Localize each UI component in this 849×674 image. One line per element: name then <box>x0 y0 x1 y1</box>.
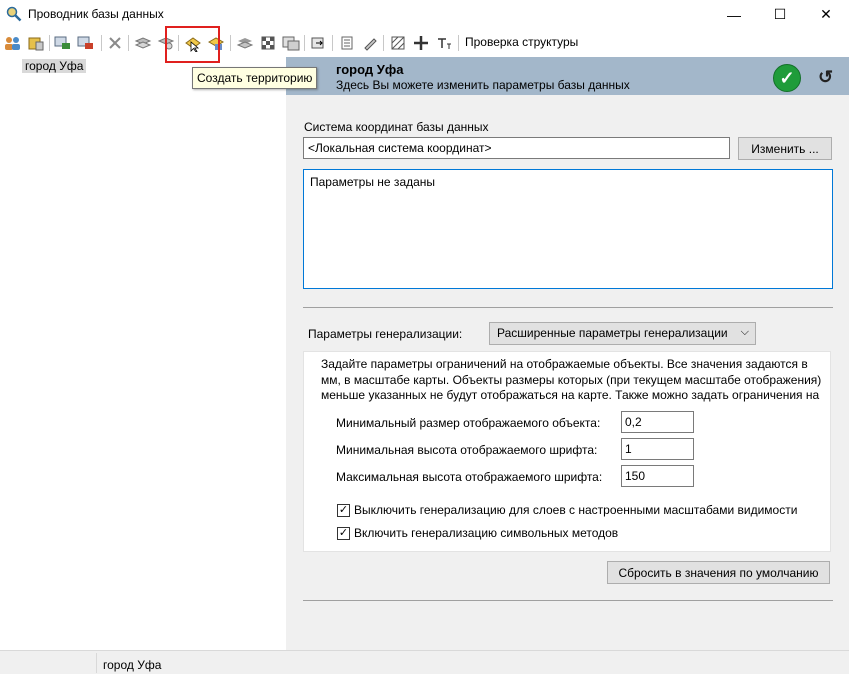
title-bar: Проводник базы данных — ☐ ✕ <box>0 0 849 29</box>
status-text: город Уфа <box>103 658 162 672</box>
text-format-icon[interactable] <box>434 33 454 53</box>
highlight-box <box>165 26 220 63</box>
generalization-select[interactable]: Расширенные параметры генерализации ⌵ <box>489 322 756 345</box>
toolbar-separator <box>101 35 102 51</box>
export-icon[interactable] <box>308 33 328 53</box>
toolbar-separator <box>383 35 384 51</box>
database-icon[interactable] <box>26 33 46 53</box>
panel-header: город Уфа Здесь Вы можете изменить парам… <box>286 57 849 95</box>
divider <box>303 600 833 601</box>
crs-parameters-textarea[interactable]: Параметры не заданы <box>303 169 833 289</box>
toolbar-separator <box>458 35 459 51</box>
toolbar-separator <box>230 35 231 51</box>
change-crs-button[interactable]: Изменить ... <box>738 137 832 160</box>
toolbar-separator <box>332 35 333 51</box>
crs-field[interactable]: <Локальная система координат> <box>303 137 730 159</box>
document-icon[interactable] <box>337 33 357 53</box>
cross-icon[interactable] <box>411 33 431 53</box>
symbol-generalization-label[interactable]: Включить генерализацию символьных методо… <box>354 526 618 540</box>
disable-generalization-label[interactable]: Выключить генерализацию для слоев с наст… <box>354 503 797 517</box>
copy-layers-icon[interactable] <box>133 33 153 53</box>
layer-add-icon[interactable] <box>53 33 73 53</box>
minimize-button[interactable]: — <box>711 0 757 29</box>
generalization-label: Параметры генерализации: <box>308 327 463 341</box>
layer-remove-icon[interactable] <box>76 33 96 53</box>
toolbar: Проверка структуры <box>0 29 849 57</box>
window-title: Проводник базы данных <box>28 7 164 21</box>
database-tree: город Уфа <box>0 57 286 650</box>
check-structure-button[interactable]: Проверка структуры <box>465 35 578 49</box>
min-font-height-input[interactable]: 1 <box>621 438 694 460</box>
database-explorer-icon <box>6 6 22 22</box>
min-object-size-label: Минимальный размер отображаемого объекта… <box>336 416 601 430</box>
status-divider <box>96 653 97 673</box>
tooltip: Создать территорию <box>192 67 318 89</box>
table-icon[interactable] <box>281 33 301 53</box>
grid-icon[interactable] <box>258 33 278 53</box>
reset-defaults-button[interactable]: Сбросить в значения по умолчанию <box>607 561 830 584</box>
status-bar: город Уфа <box>0 650 849 674</box>
hatch-icon[interactable] <box>388 33 408 53</box>
max-font-height-input[interactable]: 150 <box>621 465 694 487</box>
delete-icon[interactable] <box>105 33 125 53</box>
disable-generalization-checkbox[interactable]: ✓ <box>337 504 350 517</box>
max-font-height-label: Максимальная высота отображаемого шрифта… <box>336 470 603 484</box>
pen-icon[interactable] <box>360 33 380 53</box>
chevron-down-icon: ⌵ <box>740 326 749 338</box>
toolbar-separator <box>128 35 129 51</box>
divider <box>303 307 833 308</box>
min-font-height-label: Минимальная высота отображаемого шрифта: <box>336 443 598 457</box>
toolbar-separator <box>49 35 50 51</box>
close-button[interactable]: ✕ <box>803 0 849 29</box>
generalization-panel: Задайте параметры ограничений на отображ… <box>303 351 831 552</box>
properties-panel: город Уфа Здесь Вы можете изменить парам… <box>286 57 849 650</box>
layers-icon[interactable] <box>235 33 255 53</box>
undo-icon[interactable]: ↺ <box>818 67 833 88</box>
toolbar-separator <box>304 35 305 51</box>
users-icon[interactable] <box>3 33 23 53</box>
apply-check-icon[interactable]: ✓ <box>773 64 801 92</box>
symbol-generalization-checkbox[interactable]: ✓ <box>337 527 350 540</box>
panel-title: город Уфа <box>336 62 404 77</box>
crs-label: Система координат базы данных <box>304 120 489 134</box>
panel-subtitle: Здесь Вы можете изменить параметры базы … <box>336 78 630 92</box>
min-object-size-input[interactable]: 0,2 <box>621 411 694 433</box>
tree-node-ufa[interactable]: город Уфа <box>22 59 87 73</box>
generalization-description: Задайте параметры ограничений на отображ… <box>321 357 822 402</box>
generalization-select-value: Расширенные параметры генерализации <box>497 326 728 340</box>
maximize-button[interactable]: ☐ <box>757 0 803 29</box>
